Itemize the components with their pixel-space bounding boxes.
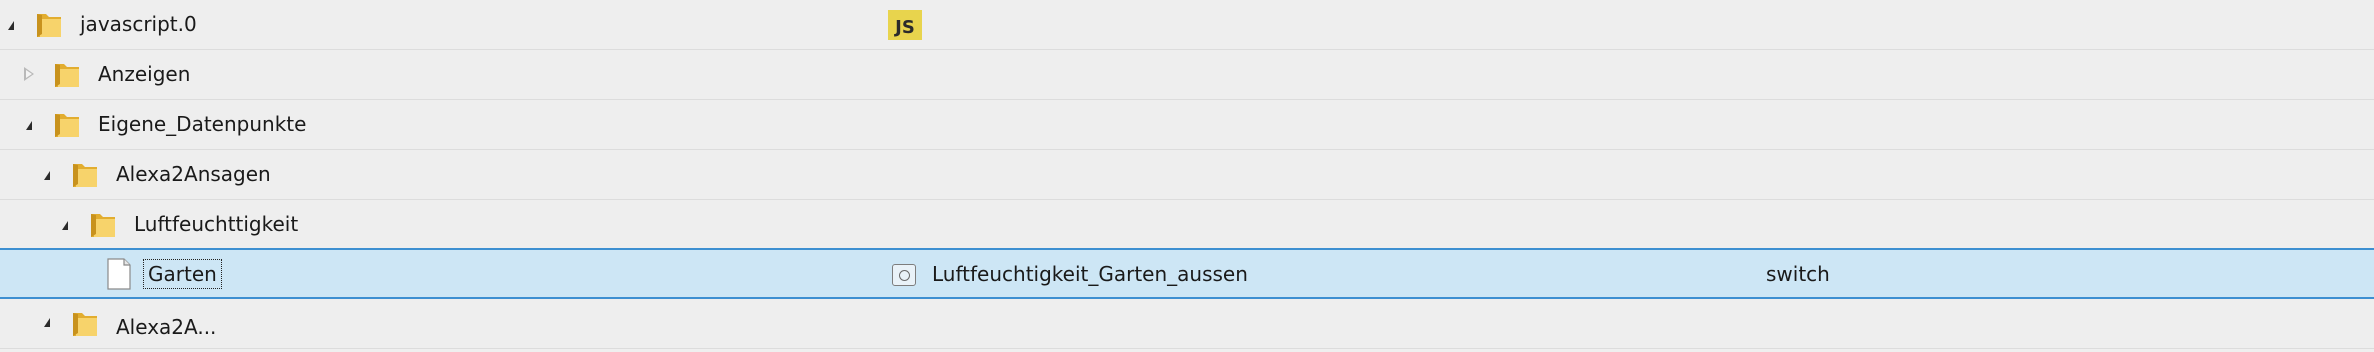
folder-icon (73, 164, 97, 187)
folder-icon (55, 64, 79, 87)
tree-row-alexa2ansagen[interactable]: Alexa2Ansagen (0, 150, 2374, 200)
tree-row-label: Alexa2A... (116, 315, 217, 339)
tree-row-label: Anzeigen (98, 62, 191, 86)
tree-row-label: Alexa2Ansagen (116, 162, 271, 186)
tree-row-label: Garten (143, 250, 222, 299)
state-object-icon (892, 264, 916, 286)
folder-icon (73, 313, 97, 336)
object-name-value: Luftfeuchtigkeit_Garten_aussen (932, 262, 1248, 286)
expanded-triangle-icon[interactable] (58, 218, 72, 232)
expanded-triangle-icon[interactable] (40, 168, 54, 182)
tree-row-garten[interactable]: Garten Luftfeuchtigkeit_Garten_aussen sw… (0, 248, 2374, 299)
file-icon (107, 258, 131, 290)
folder-icon (91, 214, 115, 237)
collapsed-triangle-icon[interactable] (22, 67, 36, 81)
folder-icon (37, 14, 61, 37)
tree-row-luftfeuchttigkeit[interactable]: Luftfeuchttigkeit (0, 200, 2374, 250)
tree-row-label: javascript.0 (80, 12, 197, 36)
tree-row-javascript0[interactable]: javascript.0 JS (0, 0, 2374, 50)
object-tree: javascript.0 JS Anzeigen Eigene_Datenpun… (0, 0, 2374, 349)
tree-row-anzeigen[interactable]: Anzeigen (0, 50, 2374, 100)
javascript-adapter-icon: JS (888, 10, 922, 40)
expanded-triangle-icon[interactable] (40, 315, 54, 329)
tree-row-eigene-datenpunkte[interactable]: Eigene_Datenpunkte (0, 100, 2374, 150)
expanded-triangle-icon[interactable] (22, 118, 36, 132)
expanded-triangle-icon[interactable] (4, 18, 18, 32)
tree-row-label: Luftfeuchttigkeit (134, 212, 299, 236)
object-role-value: switch (1766, 262, 1830, 286)
tree-row-alexa2a[interactable]: Alexa2A... (0, 299, 2374, 349)
tree-row-label: Eigene_Datenpunkte (98, 112, 307, 136)
folder-icon (55, 114, 79, 137)
